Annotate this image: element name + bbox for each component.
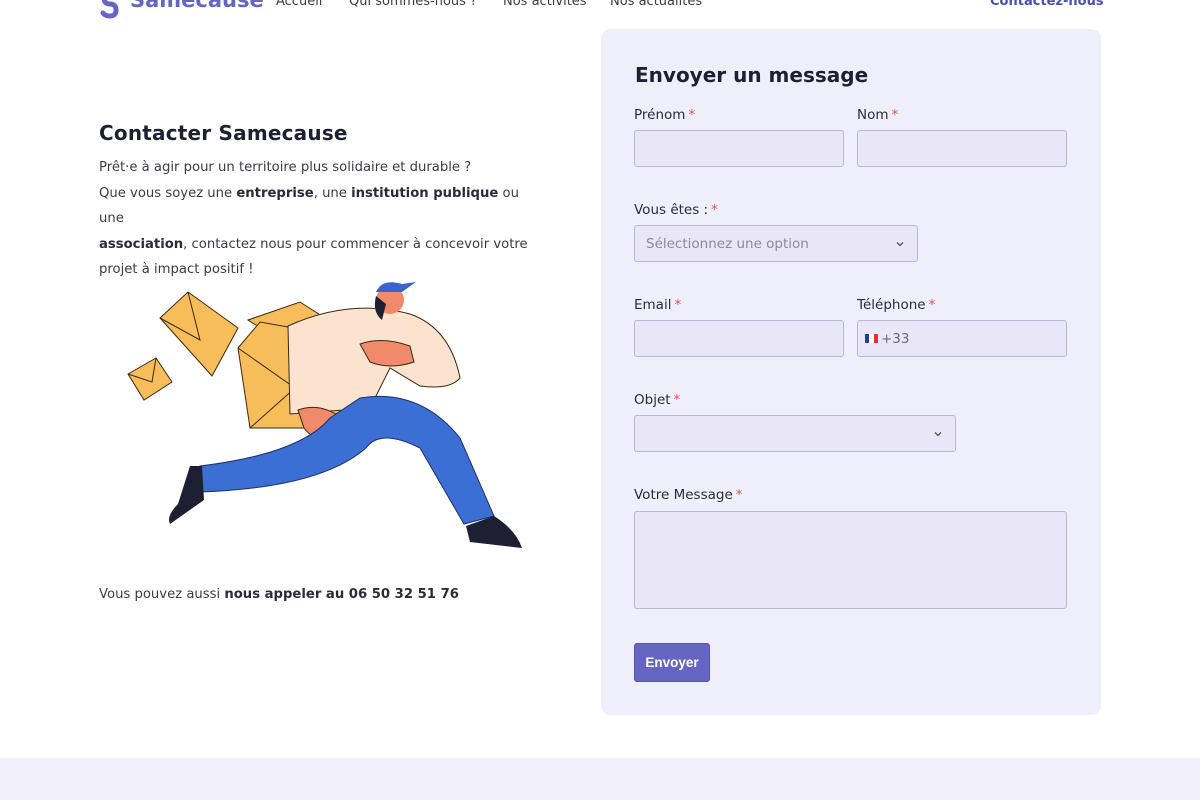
running-courier-illustration: [127, 282, 522, 548]
type-select[interactable]: Sélectionnez une option: [634, 225, 918, 262]
nav-item-qui-sommes-nous[interactable]: Qui sommes-nous ?: [349, 0, 477, 9]
nav-contact-link[interactable]: Contactez-nous: [990, 0, 1104, 9]
intro-line-2: Que vous soyez une entreprise, une insti…: [99, 185, 519, 227]
brand-logo[interactable]: Samecause: [98, 0, 264, 22]
intro-line-3: association, contactez nous pour commenc…: [99, 236, 528, 252]
france-flag-icon: [865, 334, 878, 343]
phone-country-code: +33: [881, 330, 910, 347]
submit-button[interactable]: Envoyer: [634, 643, 710, 682]
envelope-icon: [127, 291, 239, 401]
chevron-down-icon: [896, 241, 904, 246]
type-label: Vous êtes : *: [634, 202, 718, 218]
phone-contact-text: Vous pouvez aussi nous appeler au 06 50 …: [99, 587, 459, 602]
email-input[interactable]: [634, 320, 844, 357]
contact-intro-text: Prêt·e à agir pour un territoire plus so…: [99, 155, 539, 283]
lastname-label: Nom *: [857, 107, 899, 123]
subject-label: Objet *: [634, 392, 681, 408]
form-title: Envoyer un message: [635, 63, 869, 87]
contact-form-card: Envoyer un message Prénom * Nom * Vous ête…: [601, 29, 1101, 715]
nav-item-nos-actualites[interactable]: Nos actualités: [610, 0, 702, 9]
intro-line-1: Prêt·e à agir pour un territoire plus so…: [99, 160, 472, 175]
brand-name: Samecause: [130, 0, 264, 12]
chevron-down-icon: [934, 431, 942, 436]
firstname-input[interactable]: [634, 130, 844, 167]
site-header: Samecause Accueil Qui sommes-nous ? Nos …: [0, 0, 1200, 19]
type-select-placeholder: Sélectionnez une option: [646, 235, 809, 252]
message-textarea[interactable]: [634, 511, 1067, 609]
nav-item-accueil[interactable]: Accueil: [276, 0, 322, 9]
firstname-label: Prénom *: [634, 107, 696, 123]
lastname-input[interactable]: [857, 130, 1067, 167]
nav-item-nos-activites[interactable]: Nos activités: [503, 0, 587, 9]
phone-label: Téléphone *: [857, 297, 936, 313]
email-label: Email *: [634, 297, 682, 313]
contact-title: Contacter Samecause: [99, 121, 348, 145]
footer-strip: [0, 758, 1200, 800]
phone-input[interactable]: +33: [857, 320, 1067, 357]
subject-select[interactable]: [634, 415, 956, 452]
samecause-logo-icon: [100, 0, 119, 19]
message-label: Votre Message *: [634, 487, 743, 503]
